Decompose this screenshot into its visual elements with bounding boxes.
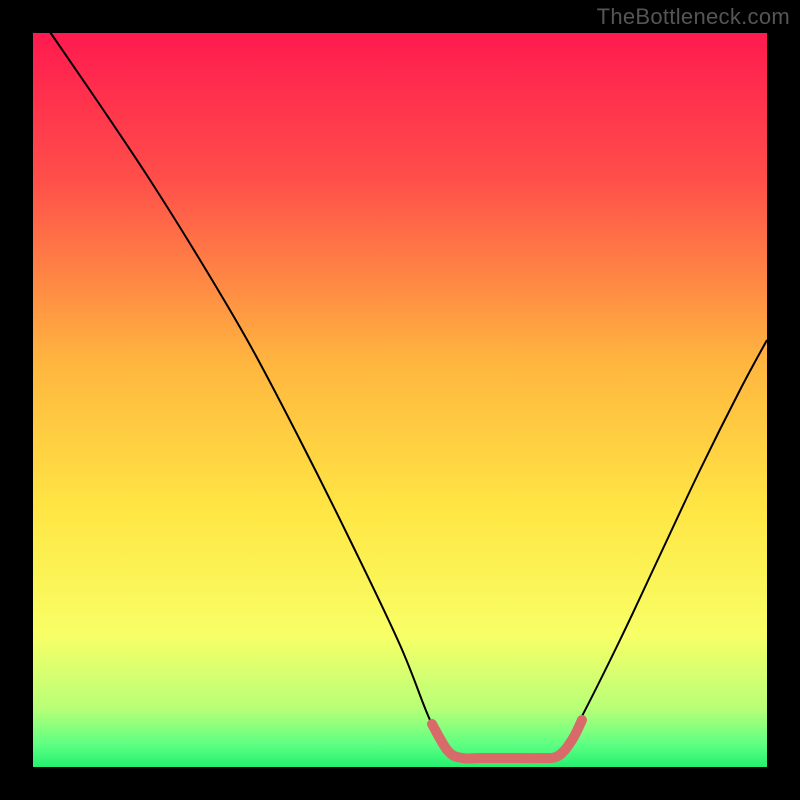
watermark-text: TheBottleneck.com <box>597 4 790 30</box>
chart-frame: TheBottleneck.com <box>0 0 800 800</box>
bottleneck-chart <box>0 0 800 800</box>
plot-background <box>33 33 767 767</box>
